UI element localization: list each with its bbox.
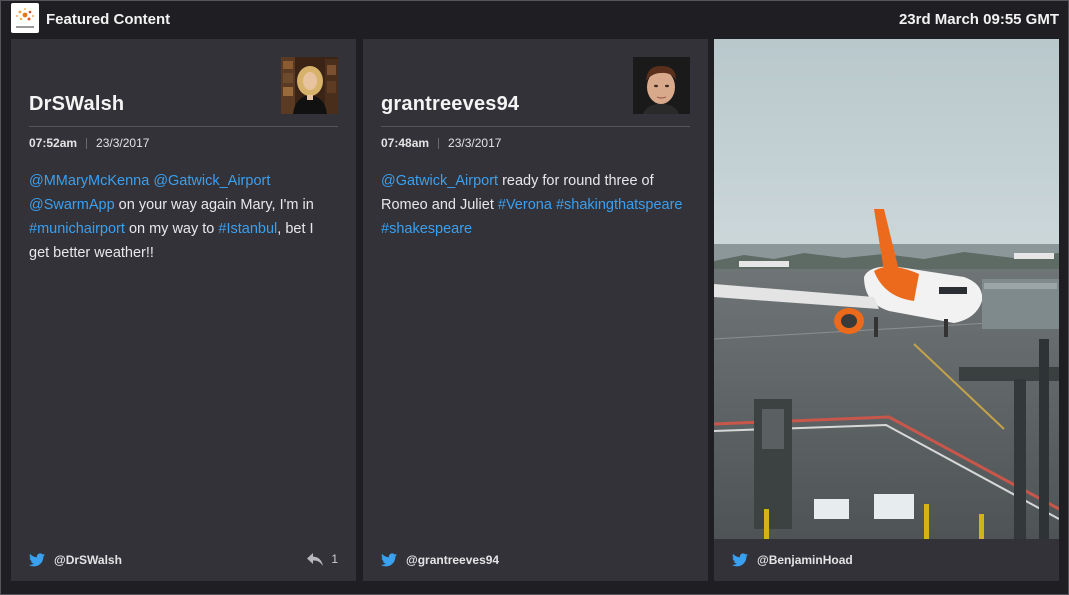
tweet-footer: @grantreeves94 [381,552,690,568]
date-time: 23rd March 09:55 GMT [898,11,1059,28]
tweet-meta: 07:48am 23/3/2017 [381,136,501,150]
meta-separator [438,137,440,149]
tweet-text: @Gatwick_Airport ready for round three o… [381,169,688,241]
tweet-footer: @BenjaminHoad [732,552,1041,568]
tweet-author: grantreeves94 [381,93,520,115]
reply-button[interactable]: 1 [307,552,338,566]
twitter-bird-icon [732,553,748,567]
tweet-time: 07:52am [29,136,78,150]
tweet-meta: 07:52am 23/3/2017 [29,136,149,150]
divider [29,126,338,127]
tweet-text-segment: on my way to [124,221,219,237]
divider [381,126,690,127]
tweet-card[interactable]: grantreeves94 07:48am 23/3/2017 @Gatwick… [363,39,708,581]
mention-link[interactable]: @Gatwick_Airport [381,173,498,189]
tweet-time: 07:48am [381,136,430,150]
hashtag-link[interactable]: #munichairport [29,221,125,237]
twitter-bird-icon [29,553,45,567]
reply-count: 1 [331,552,338,566]
tweet-handle[interactable]: @grantreeves94 [406,553,499,567]
tweet-handle[interactable]: @DrSWalsh [54,553,122,567]
tweet-text-segment: on your way again Mary, I'm in [114,197,314,213]
tweet-date: 23/3/2017 [448,136,502,150]
tweet-date: 23/3/2017 [96,136,150,150]
mention-link[interactable]: @SwarmApp [29,197,115,213]
tweet-footer: @DrSWalsh 1 [29,552,338,568]
page-title: Featured Content [46,11,171,28]
hashtag-link[interactable]: #shakingthatspeare [556,197,683,213]
tweet-card[interactable]: DrSWalsh 07:52am 23/3/2017 @MMaryMcKenna… [11,39,356,581]
meta-separator [86,137,88,149]
tweet-photo [714,39,1059,539]
reply-icon [307,552,324,566]
hashtag-link[interactable]: #Istanbul [218,221,277,237]
avatar [281,57,338,114]
mention-link[interactable]: @MMaryMcKenna [29,173,149,189]
hashtag-link[interactable]: #Verona [498,197,552,213]
photo-card[interactable]: @BenjaminHoad [714,39,1059,581]
mention-link[interactable]: @Gatwick_Airport [153,173,270,189]
hashtag-link[interactable]: #shakespeare [381,221,472,237]
avatar [633,57,690,114]
photo-footer: @BenjaminHoad [714,539,1059,581]
tweet-author: DrSWalsh [29,93,125,115]
featured-content-screen: Featured Content 23rd March 09:55 GMT Dr… [0,0,1069,595]
twitter-bird-icon [381,553,397,567]
top-bar: Featured Content 23rd March 09:55 GMT [1,1,1068,39]
app-logo-icon [11,3,39,33]
tweet-text: @MMaryMcKenna @Gatwick_Airport @SwarmApp… [29,169,336,265]
tweet-handle[interactable]: @BenjaminHoad [757,553,853,567]
